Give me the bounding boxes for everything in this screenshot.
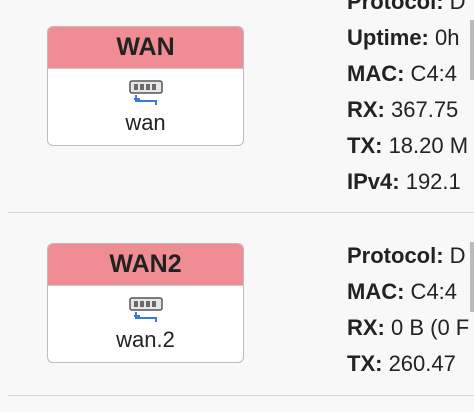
interface-details: Protocol: D Uptime: 0h MAC: C4:4 RX: 367… bbox=[347, 0, 468, 200]
detail-uptime: Uptime: 0h bbox=[347, 25, 460, 50]
row-divider bbox=[8, 395, 474, 396]
interface-badge-wan2[interactable]: WAN2 wan.2 bbox=[47, 243, 244, 363]
interface-device: wan.2 bbox=[116, 327, 175, 352]
detail-protocol: Protocol: D bbox=[347, 243, 466, 268]
detail-mac: MAC: C4:4 bbox=[347, 61, 458, 86]
detail-tx: TX: 18.20 M bbox=[347, 133, 469, 158]
interface-badge-wan[interactable]: WAN wan bbox=[47, 26, 244, 146]
ethernet-port-icon bbox=[128, 297, 163, 322]
interface-details: Protocol: D MAC: C4:4 RX: 0 B (0 F TX: 2… bbox=[347, 238, 469, 382]
detail-rx: RX: 367.75 bbox=[347, 97, 459, 122]
ethernet-port-icon bbox=[128, 80, 163, 105]
interface-row-wan2: WAN2 wan.2 Protocol: D MAC: C4:4 RX: 0 B… bbox=[0, 214, 474, 394]
interface-name: WAN2 bbox=[48, 244, 243, 286]
detail-rx: RX: 0 B (0 F bbox=[347, 315, 470, 340]
scrollbar[interactable] bbox=[470, 20, 474, 80]
detail-protocol: Protocol: D bbox=[347, 0, 466, 14]
interface-device: wan bbox=[125, 110, 166, 135]
interface-row-wan: WAN wan Protocol: D Uptime: 0h MAC: C4:4… bbox=[0, 0, 474, 212]
detail-tx: TX: 260.47 bbox=[347, 351, 456, 376]
row-divider bbox=[8, 212, 474, 213]
network-interfaces-page: WAN wan Protocol: D Uptime: 0h MAC: C4:4… bbox=[0, 0, 474, 412]
scrollbar[interactable] bbox=[470, 242, 474, 312]
detail-ipv4: IPv4: 192.1 bbox=[347, 169, 461, 194]
interface-name: WAN bbox=[48, 27, 243, 69]
detail-mac: MAC: C4:4 bbox=[347, 279, 458, 304]
